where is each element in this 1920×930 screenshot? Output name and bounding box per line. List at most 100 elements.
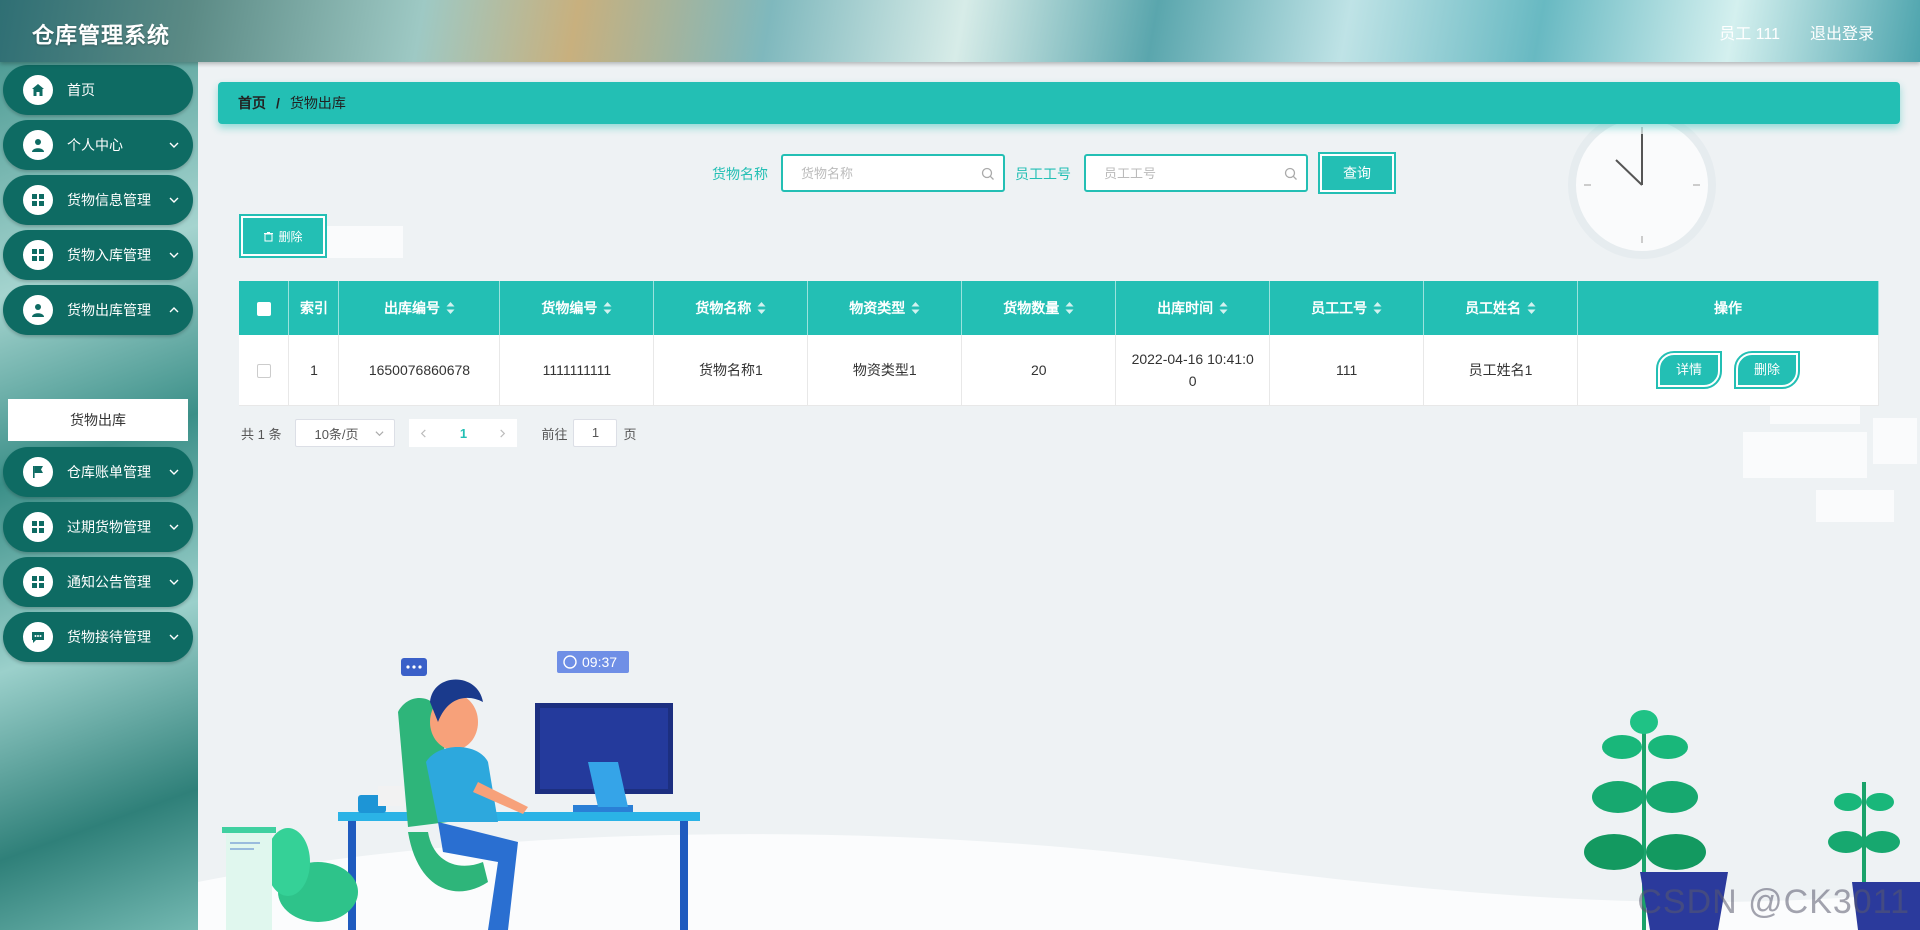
column-header-time[interactable]: 出库时间 [1115,281,1271,335]
sort-icon[interactable] [911,302,920,314]
column-header-label: 员工姓名 [1465,300,1522,316]
column-header: 操作 [1577,281,1879,335]
logout-link[interactable]: 退出登录 [1810,20,1874,44]
query-button[interactable]: 查询 [1318,152,1396,194]
user-icon [23,130,53,160]
sidebar-item-label: 货物接待管理 [67,629,151,645]
delete-button[interactable]: 删除 [1733,350,1800,389]
column-header-label: 货物数量 [1003,300,1060,316]
pagination: 共 1 条 10条/页 1 前往 1 页 [241,418,637,448]
table-header-row: 索引 出库编号 货物编号 货物名称 物资类型 货物数量 出库时间 员工工号 员工… [239,281,1879,335]
row-checkbox[interactable] [256,363,271,378]
goto-page-input[interactable]: 1 [573,419,618,447]
staff-no-label: 员工工号 [1015,166,1071,182]
cell-actions: 详情 删除 [1577,335,1879,406]
sort-icon[interactable] [1527,302,1536,314]
goods-name-label: 货物名称 [712,166,768,182]
column-header-qty[interactable]: 货物数量 [961,281,1117,335]
select-all-cell[interactable] [239,281,290,335]
sidebar-item-profile[interactable]: 个人中心 [3,120,193,170]
sidebar-item-goods-info[interactable]: 货物信息管理 [3,175,193,225]
column-header-goods-no[interactable]: 货物编号 [499,281,655,335]
sidebar-item-label: 货物入库管理 [67,247,151,263]
column-header-out-no[interactable]: 出库编号 [338,281,501,335]
cell-time: 2022-04-16 10:41:0 0 [1115,335,1271,406]
grid-icon [23,185,53,215]
next-page-icon[interactable] [498,428,507,438]
chat-bubble-icon [401,658,427,676]
cell-staff-name: 员工姓名1 [1423,335,1579,406]
cell-goods-no: 1111111111 [499,335,655,406]
outbound-table: 索引 出库编号 货物编号 货物名称 物资类型 货物数量 出库时间 员工工号 员工… [239,281,1879,406]
decorative-block [1816,490,1894,522]
main-content: 09:37 首页 / 货物出库 货物名称 货物名称 员工工号 员工工号 查询 删… [198,62,1920,930]
app-title: 仓库管理系统 [32,23,171,48]
chevron-down-icon [169,579,179,585]
column-header-staff-no[interactable]: 员工工号 [1269,281,1425,335]
sidebar-item-bills[interactable]: 仓库账单管理 [3,447,193,497]
sidebar-item-expired[interactable]: 过期货物管理 [3,502,193,552]
sidebar-item-label: 货物出库管理 [67,302,151,318]
goto-label: 前往 [541,426,568,442]
sidebar-item-label: 过期货物管理 [67,519,151,535]
cell-index: 1 [288,335,340,406]
prev-page-icon[interactable] [419,428,428,438]
detail-button[interactable]: 详情 [1656,350,1723,389]
row-select-cell[interactable] [239,335,290,406]
sort-icon[interactable] [603,302,612,314]
column-header-label: 物资类型 [849,300,906,316]
goods-name-field[interactable] [781,154,1005,192]
signboard-illustration [222,827,276,930]
column-header-type[interactable]: 物资类型 [807,281,963,335]
cell-out-no: 1650076860678 [338,335,501,406]
chevron-down-icon [169,524,179,530]
page-size-select[interactable]: 10条/页 [295,419,396,447]
staff-no-field[interactable] [1084,154,1308,192]
breadcrumb-current: 货物出库 [289,95,346,111]
sidebar-subitem-outbound[interactable]: 货物出库 [8,399,188,441]
column-header-label: 货物编号 [541,300,598,316]
goods-name-input[interactable] [789,161,969,185]
column-header-goods-name[interactable]: 货物名称 [653,281,809,335]
sidebar-item-notices[interactable]: 通知公告管理 [3,557,193,607]
chevron-down-icon [169,252,179,258]
chevron-down-icon [169,634,179,640]
decorative-block [327,226,403,258]
chevron-down-icon [169,197,179,203]
column-header-staff-name[interactable]: 员工姓名 [1423,281,1579,335]
staff-no-input[interactable] [1092,161,1272,185]
decorative-block [1873,418,1917,464]
column-header-label: 员工工号 [1311,300,1368,316]
cell-time-line: 0 [1188,372,1197,389]
background-illustration: 09:37 [198,111,1920,930]
sidebar-item-home[interactable]: 首页 [3,65,193,115]
chevron-down-icon [169,469,179,475]
sort-icon[interactable] [1065,302,1074,314]
select-all-checkbox[interactable] [256,302,271,317]
cell-type: 物资类型1 [807,335,963,406]
sidebar-item-reception[interactable]: 货物接待管理 [3,612,193,662]
sidebar-item-label: 通知公告管理 [67,574,151,590]
sidebar-item-label: 个人中心 [67,137,123,153]
breadcrumb-home-link[interactable]: 首页 [238,93,266,113]
bulk-delete-button[interactable]: 删除 [239,214,327,258]
chevron-up-icon [169,307,179,313]
sidebar-item-outbound[interactable]: 货物出库管理 [3,285,193,335]
chevron-down-icon [169,142,179,148]
page-number-current[interactable]: 1 [460,426,467,441]
breadcrumb-separator: / [276,95,280,111]
bulk-delete-label: 删除 [278,229,303,244]
sort-icon[interactable] [446,302,455,314]
top-header: 仓库管理系统 员工 111 退出登录 [0,0,1920,62]
sort-icon[interactable] [1219,302,1228,314]
column-header-label: 出库时间 [1157,300,1214,316]
grid-icon [23,512,53,542]
cell-time-line: 2022-04-16 10:41:0 [1131,350,1254,367]
user-icon [23,295,53,325]
sidebar-item-inbound[interactable]: 货物入库管理 [3,230,193,280]
time-badge-text: 09:37 [582,654,617,670]
sort-icon[interactable] [757,302,766,314]
page-nav: 1 [409,419,518,447]
sort-icon[interactable] [1373,302,1382,314]
chat-icon [23,622,53,652]
